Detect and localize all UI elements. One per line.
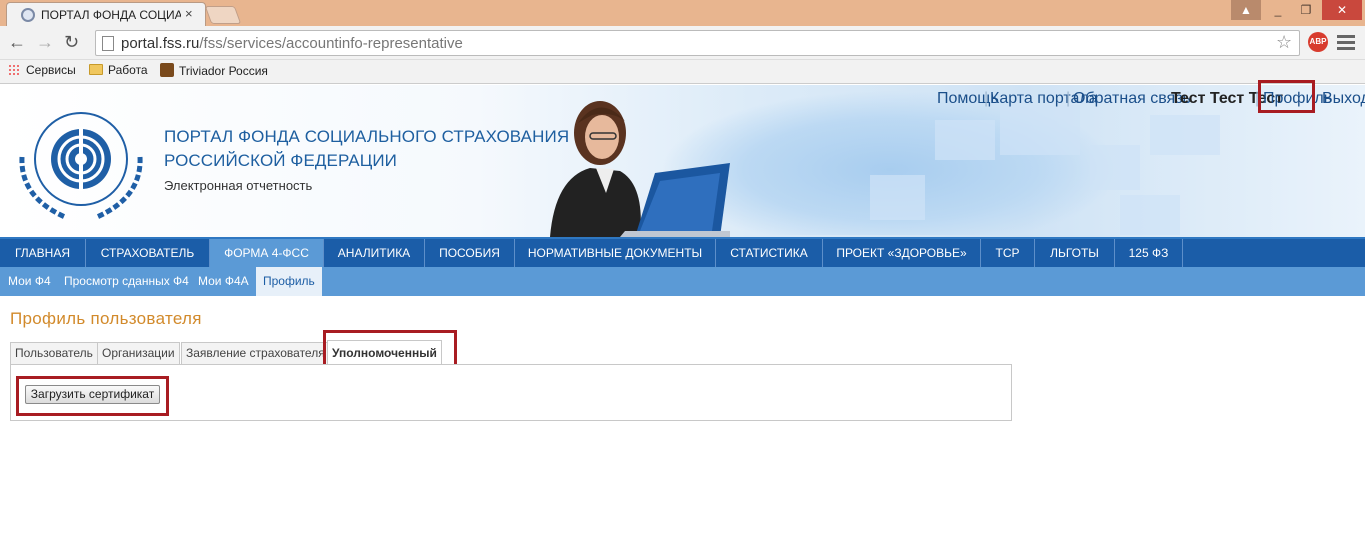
nav-privileges[interactable]: ЛЬГОТЫ [1035,239,1115,267]
page-icon [102,36,114,51]
browser-titlebar: ПОРТАЛ ФОНДА СОЦИА × ▲ _ ❐ ✕ [0,0,1365,26]
close-tab-icon[interactable]: × [185,6,193,21]
nav-main[interactable]: ГЛАВНАЯ [0,239,86,267]
bookmark-work-folder[interactable]: Работа [89,63,148,77]
tab-user[interactable]: Пользователь [10,342,98,365]
page-title: Профиль пользователя [10,309,202,328]
sub-navigation: Мои Ф4 Просмотр сданных Ф4 Мои Ф4А Профи… [0,267,1365,296]
bookmarks-bar: Сервисы Работа Triviador Россия [0,60,1365,84]
fss-favicon-icon [21,8,35,22]
url-text[interactable]: portal.fss.ru/fss/services/accountinfo-r… [121,35,463,52]
nav-health-project[interactable]: ПРОЕКТ «ЗДОРОВЬЕ» [823,239,981,267]
bookmark-star-icon[interactable]: ☆ [1276,32,1292,53]
nav-125fz[interactable]: 125 ФЗ [1115,239,1183,267]
tab-title: ПОРТАЛ ФОНДА СОЦИА [41,8,181,22]
adblock-icon[interactable]: ABP [1308,32,1328,52]
close-window-button[interactable]: ✕ [1322,0,1362,20]
user-profile-icon[interactable]: ▲ [1231,0,1261,20]
browser-tab[interactable]: ПОРТАЛ ФОНДА СОЦИА × [6,2,206,26]
site-header: ПОРТАЛ ФОНДА СОЦИАЛЬНОГО СТРАХОВАНИЯ РОС… [0,85,1365,237]
nav-regulatory-docs[interactable]: НОРМАТИВНЫЕ ДОКУМЕНТЫ [515,239,716,267]
bookmark-apps[interactable]: Сервисы [8,63,76,77]
back-arrow-icon[interactable]: ← [8,32,26,52]
fss-logo [19,112,143,220]
logout-link[interactable]: Выход [1322,90,1365,108]
nav-form-4fss[interactable]: ФОРМА 4-ФСС [210,239,324,267]
subnav-my-f4a[interactable]: Мои Ф4А [198,267,249,296]
portal-title: ПОРТАЛ ФОНДА СОЦИАЛЬНОГО СТРАХОВАНИЯ РОС… [164,127,570,170]
browser-menu-icon[interactable] [1337,35,1355,53]
browser-toolbar: ← → ↻ portal.fss.ru/fss/services/account… [0,26,1365,60]
bookmark-triviador[interactable]: Triviador Россия [160,63,268,78]
apps-grid-icon [8,64,20,76]
forward-arrow-icon[interactable]: → [36,32,54,52]
new-tab-button[interactable] [204,6,242,24]
nav-tsr[interactable]: ТСР [981,239,1035,267]
woman-with-laptop-image [550,101,730,237]
triviador-icon [160,63,174,77]
folder-icon [89,64,103,75]
tab-insurer-application[interactable]: Заявление страхователя [181,342,330,365]
profile-link-highlight [1258,80,1315,113]
tab-organizations[interactable]: Организации [97,342,180,365]
nav-analytics[interactable]: АНАЛИТИКА [324,239,425,267]
subnav-view-submitted-f4[interactable]: Просмотр сданных Ф4 [64,267,189,296]
button-highlight [16,376,169,416]
nav-statistics[interactable]: СТАТИСТИКА [716,239,823,267]
reload-icon[interactable]: ↻ [64,32,79,52]
subnav-my-f4[interactable]: Мои Ф4 [8,267,51,296]
nav-benefits[interactable]: ПОСОБИЯ [425,239,515,267]
portal-subtitle: Электронная отчетность [164,178,313,193]
maximize-button[interactable]: ❐ [1291,0,1321,20]
subnav-profile[interactable]: Профиль [256,267,322,296]
address-bar[interactable]: portal.fss.ru/fss/services/accountinfo-r… [95,30,1300,56]
minimize-button[interactable]: _ [1263,0,1293,20]
nav-insurer[interactable]: СТРАХОВАТЕЛЬ [86,239,210,267]
main-navigation: ГЛАВНАЯ СТРАХОВАТЕЛЬ ФОРМА 4-ФСС АНАЛИТИ… [0,237,1365,267]
